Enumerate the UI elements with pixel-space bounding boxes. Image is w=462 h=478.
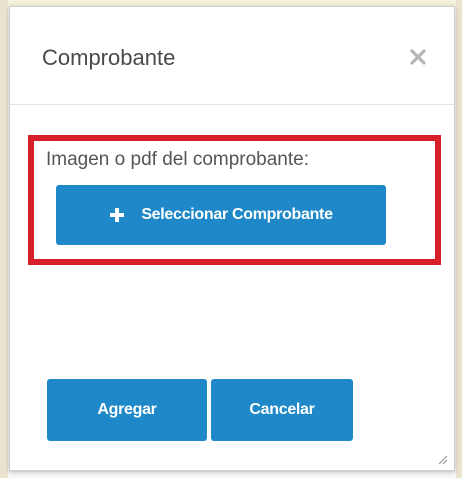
select-file-button[interactable]: Seleccionar Comprobante	[56, 185, 386, 245]
dialog-header: Comprobante	[10, 7, 454, 105]
select-file-button-label: Seleccionar Comprobante	[141, 206, 333, 223]
comprobante-dialog: Comprobante Imagen o pdf del comprobante…	[9, 6, 455, 471]
plus-icon	[109, 207, 125, 223]
upload-label: Imagen o pdf del comprobante:	[46, 149, 310, 170]
close-icon[interactable]	[408, 47, 428, 67]
background-strip	[456, 0, 462, 478]
cancel-button[interactable]: Cancelar	[211, 379, 353, 441]
dialog-title: Comprobante	[42, 45, 176, 70]
page: Comprobante Imagen o pdf del comprobante…	[0, 0, 462, 478]
add-button[interactable]: Agregar	[47, 379, 207, 441]
background-strip	[0, 0, 8, 478]
resize-handle-icon[interactable]	[436, 452, 448, 465]
